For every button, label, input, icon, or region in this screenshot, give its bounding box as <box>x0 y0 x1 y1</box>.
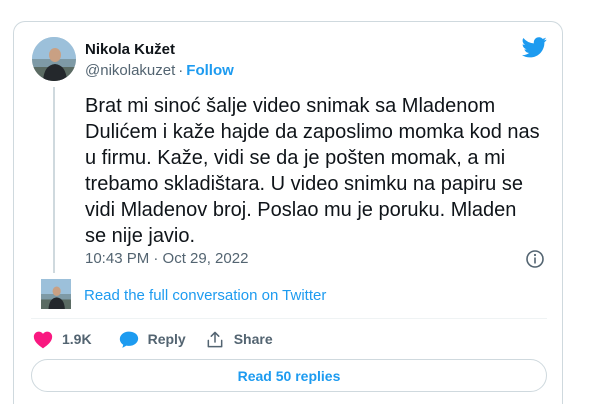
author-avatar[interactable] <box>32 37 76 81</box>
handle-row: @nikolakuzet · Follow <box>85 62 234 79</box>
heart-icon <box>33 331 53 348</box>
author-handle[interactable]: @nikolakuzet <box>85 62 175 79</box>
handle-separator: · <box>178 62 184 79</box>
share-button[interactable]: Share <box>205 330 273 349</box>
reply-label: Reply <box>147 331 186 347</box>
read-replies-label: Read 50 replies <box>237 367 341 384</box>
reply-bubble-icon <box>119 331 138 348</box>
read-conversation-link[interactable]: Read the full conversation on Twitter <box>84 287 326 304</box>
tweet-text: Brat mi sinoć šalje video snimak sa Mlad… <box>85 95 540 247</box>
author-name[interactable]: Nikola Kužet <box>85 41 175 58</box>
divider <box>31 318 547 319</box>
twitter-bird-icon[interactable] <box>522 37 547 58</box>
follow-button[interactable]: Follow <box>186 62 234 79</box>
share-icon <box>207 331 223 347</box>
share-label: Share <box>233 331 273 347</box>
reply-button[interactable]: Reply <box>119 330 186 349</box>
like-button[interactable]: 1.9K <box>33 330 92 349</box>
like-count: 1.9K <box>62 331 92 347</box>
info-icon[interactable] <box>525 249 545 269</box>
read-replies-button[interactable]: Read 50 replies <box>31 359 547 392</box>
tweet-timestamp[interactable]: 10:43 PM · Oct 29, 2022 <box>85 250 248 267</box>
thread-line <box>53 87 55 273</box>
conversation-avatar[interactable] <box>41 279 71 309</box>
action-bar: 1.9K Reply Share <box>33 328 273 350</box>
